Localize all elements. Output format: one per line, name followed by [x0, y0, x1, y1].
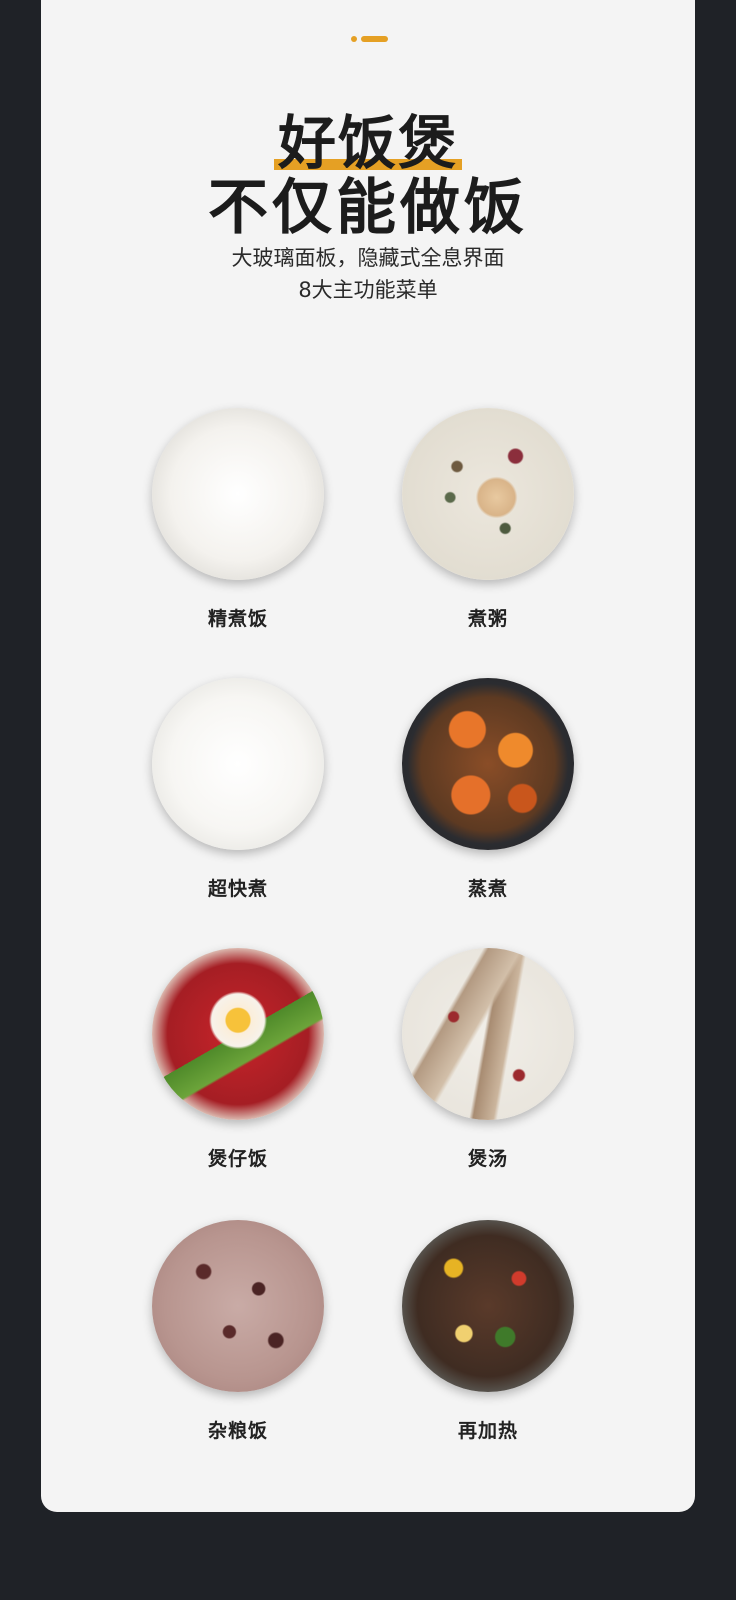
menu-item-label: 超快煮 [207, 878, 268, 900]
steamed-crab-plate-icon [402, 678, 574, 850]
multigrain-rice-icon [152, 1220, 324, 1392]
subtitle-line-2: 8大主功能菜单 [298, 278, 438, 302]
reheat-dish-icon [402, 1220, 574, 1392]
menu-item-label: 蒸煮 [467, 878, 508, 900]
menu-item-reheat: 再加热 [388, 1220, 588, 1443]
subtitle-line-1: 大玻璃面板，隐藏式全息界面 [231, 246, 505, 270]
rice-bowl-icon [152, 408, 324, 580]
menu-item-steam: 蒸煮 [388, 678, 588, 901]
claypot-rice-icon [152, 948, 324, 1120]
porridge-bowl-icon [402, 408, 574, 580]
headline-primary-text: 好饭煲 [277, 109, 458, 177]
menu-item-label: 杂粮饭 [207, 1420, 268, 1442]
accent-bar [361, 36, 388, 42]
menu-item-label: 煮粥 [467, 608, 508, 630]
menu-item-porridge: 煮粥 [388, 408, 588, 631]
menu-item-label: 再加热 [457, 1420, 518, 1442]
headline-primary: 好饭煲 [273, 109, 462, 177]
feature-card: 好饭煲 不仅能做饭 大玻璃面板，隐藏式全息界面 8大主功能菜单 精煮饭 煮粥 超… [41, 0, 695, 1512]
subtitle: 大玻璃面板，隐藏式全息界面 8大主功能菜单 [41, 242, 695, 306]
accent-dot [351, 36, 357, 42]
menu-item-claypot-rice: 煲仔饭 [138, 948, 338, 1171]
accent-decoration [351, 36, 391, 42]
menu-item-label: 精煮饭 [207, 608, 268, 630]
white-rice-bowl-icon [152, 678, 324, 850]
menu-item-label: 煲汤 [467, 1148, 508, 1170]
soup-bowl-icon [402, 948, 574, 1120]
menu-item-fine-rice: 精煮饭 [138, 408, 338, 631]
menu-item-label: 煲仔饭 [207, 1148, 268, 1170]
menu-item-quick-cook: 超快煮 [138, 678, 338, 901]
menu-item-soup: 煲汤 [388, 948, 588, 1171]
menu-item-multigrain: 杂粮饭 [138, 1220, 338, 1443]
headline-secondary: 不仅能做饭 [208, 173, 528, 243]
headline-wrap: 好饭煲 [41, 110, 695, 176]
